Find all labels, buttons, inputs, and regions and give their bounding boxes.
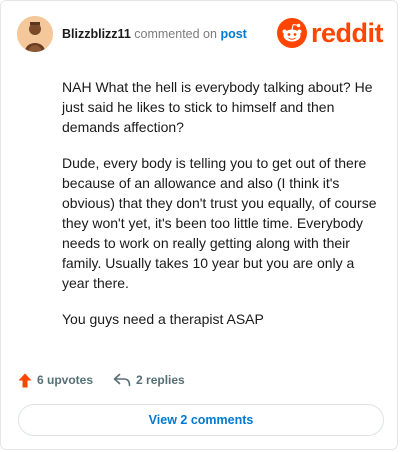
comment-paragraph: You guys need a therapist ASAP xyxy=(62,311,264,327)
reply-arrow-icon xyxy=(113,373,131,387)
user-avatar[interactable] xyxy=(17,16,53,52)
upvote-arrow-icon xyxy=(18,373,32,387)
comment-body: NAH What the hell is everybody talking a… xyxy=(62,77,382,345)
comment-header: Blizzblizz11 commented on post reddit xyxy=(17,16,384,52)
avatar-image xyxy=(17,16,53,52)
comment-actions: 6 upvotes 2 replies xyxy=(18,370,185,390)
comment-paragraph: NAH What the hell is everybody talking a… xyxy=(62,79,373,135)
replies-count: 2 replies xyxy=(136,373,185,387)
comment-card: Blizzblizz11 commented on post reddit NA… xyxy=(0,0,398,450)
comment-byline: Blizzblizz11 commented on post xyxy=(62,26,247,42)
comment-paragraph: Dude, every body is telling you to get o… xyxy=(62,155,377,291)
reddit-logo[interactable]: reddit xyxy=(276,18,384,48)
post-link[interactable]: post xyxy=(220,27,246,41)
upvote-count: 6 upvotes xyxy=(37,373,94,387)
commented-on-text: commented on xyxy=(134,27,217,41)
reddit-wordmark: reddit xyxy=(310,18,384,48)
upvote-button[interactable]: 6 upvotes xyxy=(18,373,93,388)
replies-button[interactable]: 2 replies xyxy=(113,373,185,387)
reddit-snoo-icon xyxy=(276,18,307,48)
username[interactable]: Blizzblizz11 xyxy=(62,27,131,41)
view-comments-button[interactable]: View 2 comments xyxy=(18,404,384,436)
